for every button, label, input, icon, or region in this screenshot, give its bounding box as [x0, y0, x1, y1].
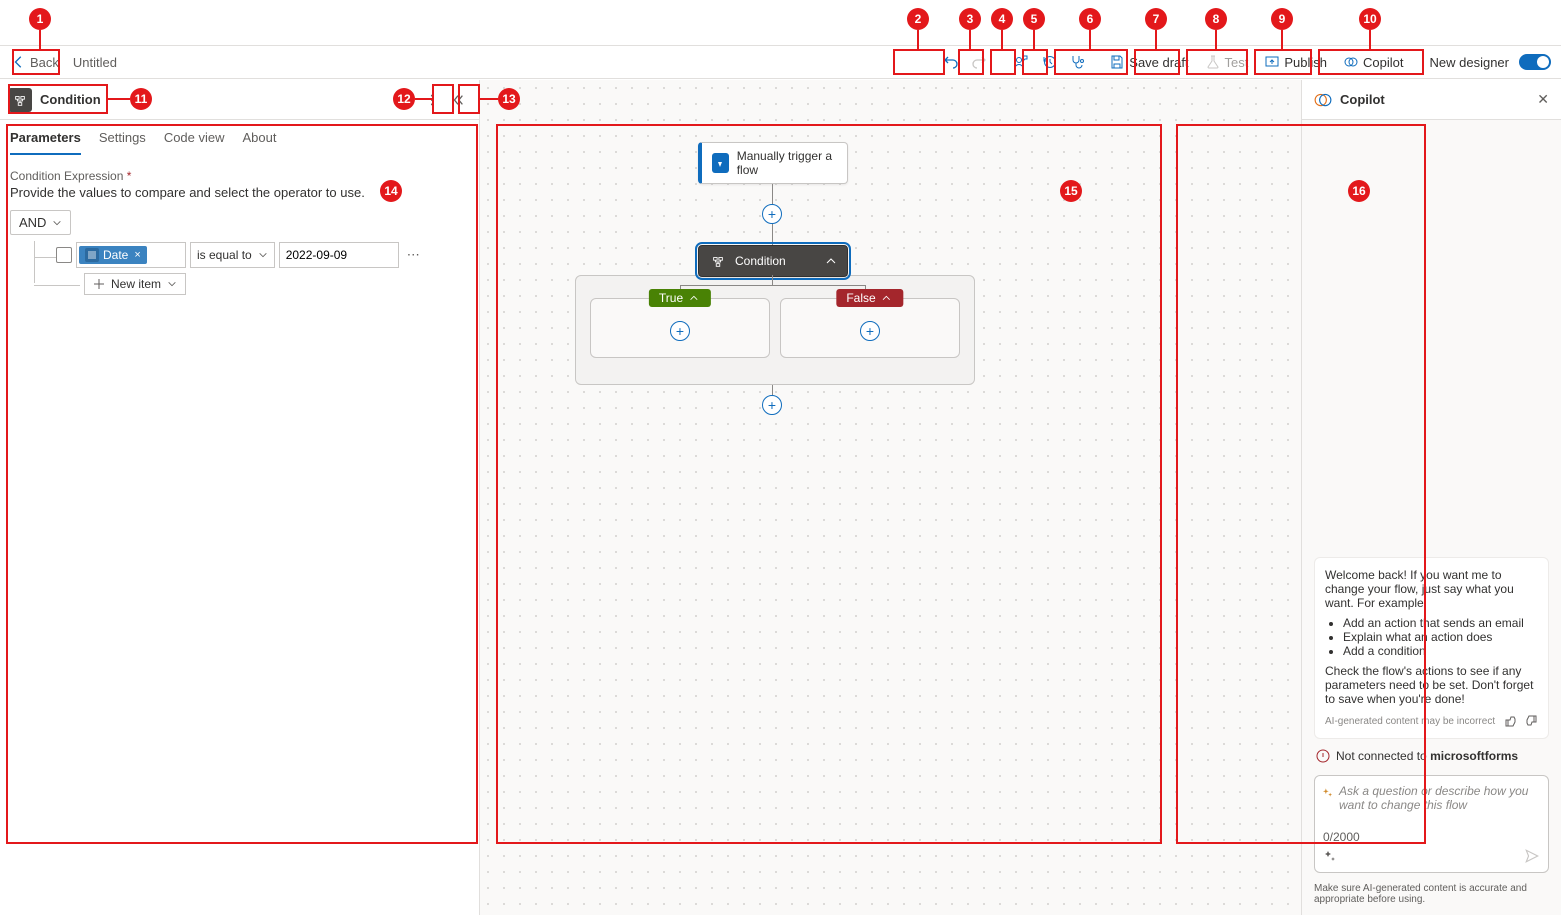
condition-icon: [709, 252, 727, 270]
history-icon: [1041, 54, 1057, 70]
tab-code-view[interactable]: Code view: [164, 130, 225, 155]
add-false-action-button[interactable]: +: [860, 321, 880, 341]
person-feedback-icon: [1013, 54, 1029, 70]
new-item-label: New item: [111, 277, 161, 291]
flow-title[interactable]: Untitled: [73, 55, 117, 70]
tab-about[interactable]: About: [243, 130, 277, 155]
copilot-input[interactable]: Ask a question or describe how you want …: [1314, 775, 1549, 873]
new-designer-toggle[interactable]: New designer: [1422, 48, 1556, 76]
redo-icon: [971, 54, 987, 70]
copilot-close-button[interactable]: ✕: [1537, 91, 1549, 108]
copilot-button[interactable]: Copilot: [1335, 48, 1411, 76]
operator-selector[interactable]: is equal to: [190, 242, 275, 268]
flask-icon: [1205, 54, 1221, 70]
condition-node[interactable]: Condition: [698, 245, 848, 277]
chevron-up-icon: [882, 293, 892, 303]
flow-canvas[interactable]: Manually trigger a flow + Condition True…: [480, 80, 1301, 915]
operator-label: is equal to: [197, 248, 252, 262]
toggle-switch-icon: [1519, 54, 1551, 70]
tab-settings[interactable]: Settings: [99, 130, 146, 155]
token-remove-icon[interactable]: ×: [134, 249, 140, 261]
date-token[interactable]: Date ×: [79, 246, 147, 264]
right-operand-field[interactable]: [279, 242, 399, 268]
condition-icon: [8, 88, 32, 112]
new-item-button[interactable]: New item: [84, 273, 186, 295]
thumbs-down-icon[interactable]: [1524, 714, 1538, 728]
required-mark: *: [127, 169, 132, 183]
arrow-left-icon: [12, 55, 26, 69]
copilot-title: Copilot: [1340, 92, 1385, 107]
logic-operator-selector[interactable]: AND: [10, 210, 71, 235]
chevron-down-icon: [258, 250, 268, 260]
save-icon: [1109, 54, 1125, 70]
manual-trigger-icon: [712, 153, 729, 173]
publish-icon: [1264, 54, 1280, 70]
flow-checker-button[interactable]: [1063, 48, 1091, 76]
thumbs-up-icon[interactable]: [1504, 714, 1518, 728]
panel-collapse-button[interactable]: [445, 89, 471, 111]
sparkle-icon[interactable]: [1323, 849, 1337, 863]
logic-operator-label: AND: [19, 215, 46, 230]
new-designer-label: New designer: [1430, 55, 1510, 70]
copilot-connection-warning: Not connected to microsoftforms: [1314, 749, 1549, 763]
publish-label: Publish: [1284, 55, 1327, 70]
add-step-button[interactable]: +: [762, 204, 782, 224]
publish-button[interactable]: Publish: [1256, 48, 1335, 76]
row-select-checkbox[interactable]: [56, 247, 72, 263]
add-true-action-button[interactable]: +: [670, 321, 690, 341]
plus-icon: [93, 278, 105, 290]
chevron-up-icon: [689, 293, 699, 303]
test-button[interactable]: Test: [1197, 48, 1257, 76]
version-history-button[interactable]: [1035, 48, 1063, 76]
copilot-logo-icon: [1314, 91, 1332, 109]
chevron-double-left-icon: [451, 93, 465, 107]
trigger-node[interactable]: Manually trigger a flow: [698, 142, 848, 184]
row-more-button[interactable]: ⋯: [403, 247, 424, 263]
test-label: Test: [1225, 55, 1249, 70]
chevron-up-icon[interactable]: [825, 255, 837, 267]
copilot-footer-disclaimer: Make sure AI-generated content is accura…: [1302, 879, 1561, 915]
back-button[interactable]: Back: [6, 51, 65, 74]
chevron-down-icon: [52, 218, 62, 228]
condition-label: Condition: [735, 254, 786, 268]
tab-parameters[interactable]: Parameters: [10, 130, 81, 155]
true-branch[interactable]: True +: [590, 298, 770, 358]
feedback-button[interactable]: [1007, 48, 1035, 76]
false-branch[interactable]: False +: [780, 298, 960, 358]
chevron-down-icon: [167, 279, 177, 289]
condition-expression-help: Provide the values to compare and select…: [0, 185, 479, 210]
copilot-icon: [1343, 54, 1359, 70]
panel-title: Condition: [40, 92, 101, 107]
false-label: False: [836, 289, 903, 307]
undo-icon: [943, 54, 959, 70]
copilot-spark-icon: [1323, 784, 1333, 800]
undo-button[interactable]: [937, 48, 965, 76]
true-label: True: [649, 289, 711, 307]
add-step-after-button[interactable]: +: [762, 395, 782, 415]
copilot-label: Copilot: [1363, 55, 1403, 70]
redo-button[interactable]: [965, 48, 993, 76]
trigger-label: Manually trigger a flow: [737, 149, 837, 177]
save-draft-button[interactable]: Save draft: [1101, 48, 1196, 76]
warning-icon: [1316, 749, 1330, 763]
condition-expression-label: Condition Expression: [10, 169, 123, 183]
back-label: Back: [30, 55, 59, 70]
stethoscope-icon: [1069, 54, 1085, 70]
left-operand-field[interactable]: Date ×: [76, 242, 186, 268]
token-label: Date: [103, 248, 128, 262]
save-draft-label: Save draft: [1129, 55, 1188, 70]
char-counter: 0/2000: [1323, 830, 1360, 844]
copilot-welcome-message: Welcome back! If you want me to change y…: [1314, 557, 1549, 739]
send-icon[interactable]: [1524, 848, 1540, 864]
dynamic-content-icon: [85, 248, 99, 262]
